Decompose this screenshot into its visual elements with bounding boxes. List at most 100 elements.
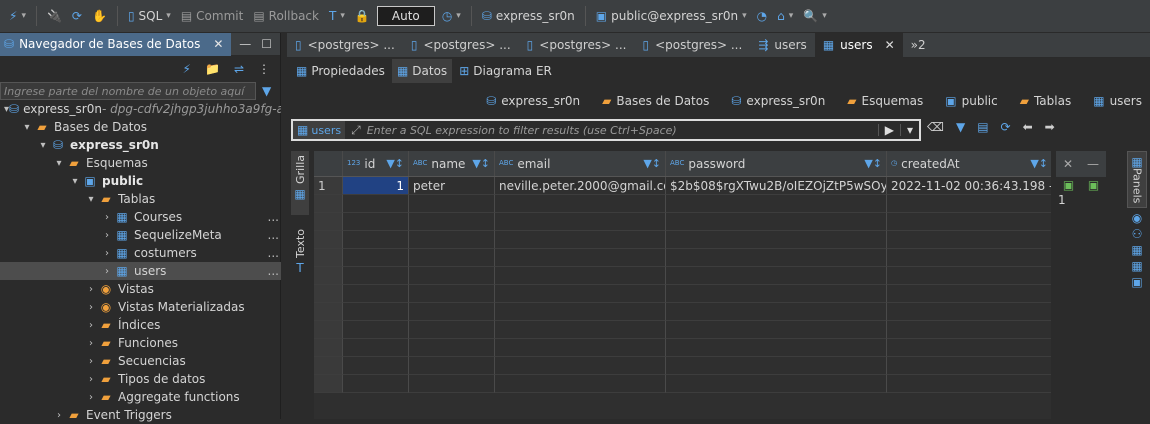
search-button[interactable]: 🔍 ▾ [800,4,829,28]
metadata-icon[interactable]: ⚇ [1132,228,1143,240]
breadcrumb-item[interactable]: ▰ Tablas [1020,94,1072,108]
active-schema-selector[interactable]: ▣ public@express_sr0n ▾ [593,4,750,28]
tab-overflow[interactable]: »2 [903,33,934,58]
maximize-icon[interactable]: ☐ [261,38,272,50]
tree-item-users[interactable]: › ▦ users... [0,262,281,280]
cell-name[interactable]: peter [409,177,495,195]
breadcrumb-item[interactable]: ▣ public [945,94,997,108]
minimize-icon[interactable]: — [1087,158,1099,170]
back-icon[interactable]: ⬅ [1023,121,1033,133]
editor-tab-5[interactable]: ▦ users ✕ [814,32,903,58]
editor-tab-4[interactable]: ⇶ users [750,33,815,58]
apply-filter-icon[interactable]: ▶ [877,124,900,136]
editor-tab-0[interactable]: ▯ <postgres> ... [287,33,403,58]
active-connection-selector[interactable]: ⛁ express_sr0n [479,4,578,28]
history-button[interactable]: ◷ ▾ [439,4,464,28]
tree-item-vistas[interactable]: › ◉ Vistas [0,280,281,298]
filter-history-icon[interactable]: ▾ [899,124,919,136]
tab-properties[interactable]: ▦ Propiedades [291,59,390,83]
sql-editor-button[interactable]: ▯ SQL ▾ [125,4,174,28]
chevron-right-icon[interactable]: › [84,356,98,367]
cell-createdat[interactable]: 2022-11-02 00:36:43.198 -0500 [887,177,1051,195]
save-icon[interactable]: ▣ [1063,179,1074,191]
breadcrumb-item[interactable]: ⛁ express_sr0n [731,94,825,108]
collapse-all-icon[interactable]: ⇌ [234,63,244,75]
tree-item-express-sr0n[interactable]: ▾ ⛁ express_sr0n - dpg-cdfv2jhgp3juhho3a9f… [0,100,281,118]
navigator-search-input[interactable] [0,82,256,100]
eraser-icon[interactable]: ⌫ [927,121,944,133]
tree-item-public[interactable]: ▾ ▣ public [0,172,281,190]
column-header-id[interactable]: 123 id ▼↕ [343,151,409,176]
chevron-down-icon[interactable]: ▾ [68,176,82,187]
breadcrumb-item[interactable]: ▦ users [1093,94,1142,108]
tree-item-courses[interactable]: › ▦ Courses... [0,208,281,226]
tree-item-bases-de-datos[interactable]: ▾ ▰ Bases de Datos [0,118,281,136]
cell-password[interactable]: $2b$08$rgXTwu2B/oIEZOjZtP5wSOyiQR3 [666,177,887,195]
sql-filter-input[interactable] [360,123,878,137]
tab-er-diagram[interactable]: ⊞ Diagrama ER [454,59,557,83]
more-options[interactable]: ... [268,264,279,278]
chevron-right-icon[interactable]: › [84,320,98,331]
chevron-right-icon[interactable]: › [84,284,98,295]
chevron-right-icon[interactable]: › [84,392,98,403]
chevron-right-icon[interactable]: › [100,230,114,241]
grid-corner[interactable] [314,151,343,176]
column-header-createdat[interactable]: ◷ createdAt ▼↕ [887,151,1051,176]
sort-filter-icon[interactable]: ▼↕ [643,157,661,170]
chevron-down-icon[interactable]: ▾ [84,194,98,205]
tree-item-sequelizemeta[interactable]: › ▦ SequelizeMeta... [0,226,281,244]
editor-tab-1[interactable]: ▯ <postgres> ... [403,33,519,58]
tab-panels[interactable]: ▦ Panels [1127,151,1147,209]
sort-filter-icon[interactable]: ▼↕ [1030,157,1048,170]
lock-button[interactable]: 🔒 [352,4,373,28]
breadcrumb-item[interactable]: ▰ Bases de Datos [602,94,709,108]
disconnect-all-button[interactable]: ✋ [89,4,110,28]
new-folder-icon[interactable]: 📁 [205,63,220,75]
chevron-down-icon[interactable]: ▾ [52,158,66,169]
breadcrumb-item[interactable]: ⛁ express_sr0n [486,94,580,108]
transaction-mode-button[interactable]: T ▾ [326,4,348,28]
sort-filter-icon[interactable]: ▼↕ [386,157,404,170]
chevron-down-icon[interactable]: ▾ [36,140,50,151]
rollback-button[interactable]: ▤ Rollback [250,4,322,28]
sort-filter-icon[interactable]: ▼↕ [864,157,882,170]
calc-icon[interactable]: ▦ [1131,260,1142,272]
chevron-right-icon[interactable]: › [100,248,114,259]
tab-database-navigator[interactable]: ⛁ Navegador de Bases de Datos ✕ [0,32,232,56]
refresh-icon[interactable]: ⟳ [1001,121,1011,133]
chevron-right-icon[interactable]: › [84,302,98,313]
references-icon[interactable]: ▣ [1131,276,1142,288]
disconnect-button[interactable]: 🔌 [44,4,65,28]
commit-button[interactable]: ▤ Commit [178,4,246,28]
auto-commit-box[interactable]: Auto [376,6,435,26]
tree-item-tablas[interactable]: ▾ ▰ Tablas [0,190,281,208]
cell-email[interactable]: neville.peter.2000@gmail.com [495,177,666,195]
tree-item-aggregate-functions[interactable]: › ▰ Aggregate functions [0,388,281,406]
tree-item-esquemas[interactable]: ▾ ▰ Esquemas [0,154,281,172]
filter-icon[interactable]: ▼ [956,121,965,133]
tab-data[interactable]: ▦ Datos [391,59,453,83]
table-row[interactable]: 1 1 peter neville.peter.2000@gmail.com $2b$0… [314,177,1051,195]
tree-item-express-sr0n[interactable]: ▾ ⛁ express_sr0n [0,136,281,154]
grouping-icon[interactable]: ▦ [1131,244,1142,256]
minimize-icon[interactable]: — [239,38,251,50]
column-header-name[interactable]: ABC name ▼↕ [409,151,495,176]
editor-tab-3[interactable]: ▯ <postgres> ... [634,33,750,58]
forward-icon[interactable]: ➡ [1045,121,1055,133]
tree-item-funciones[interactable]: › ▰ Funciones [0,334,281,352]
more-options[interactable]: ... [268,228,279,242]
reconnect-button[interactable]: ⟳ [69,4,85,28]
sort-filter-icon[interactable]: ▼↕ [472,157,490,170]
chevron-right-icon[interactable]: › [84,338,98,349]
dashboard-button[interactable]: ◔ [754,4,770,28]
row-number[interactable]: 1 [314,177,343,195]
tree-item--ndices[interactable]: › ▰ Índices [0,316,281,334]
chevron-right-icon[interactable]: › [84,374,98,385]
save-all-icon[interactable]: ▣ [1088,179,1099,191]
tree-item-costumers[interactable]: › ▦ costumers... [0,244,281,262]
column-header-password[interactable]: ABC password ▼↕ [666,151,887,176]
tree-item-secuencias[interactable]: › ▰ Secuencias [0,352,281,370]
tab-grid[interactable]: Grilla ▦ [291,151,309,215]
editor-tab-2[interactable]: ▯ <postgres> ... [519,33,635,58]
tab-text[interactable]: Texto T [291,225,309,289]
